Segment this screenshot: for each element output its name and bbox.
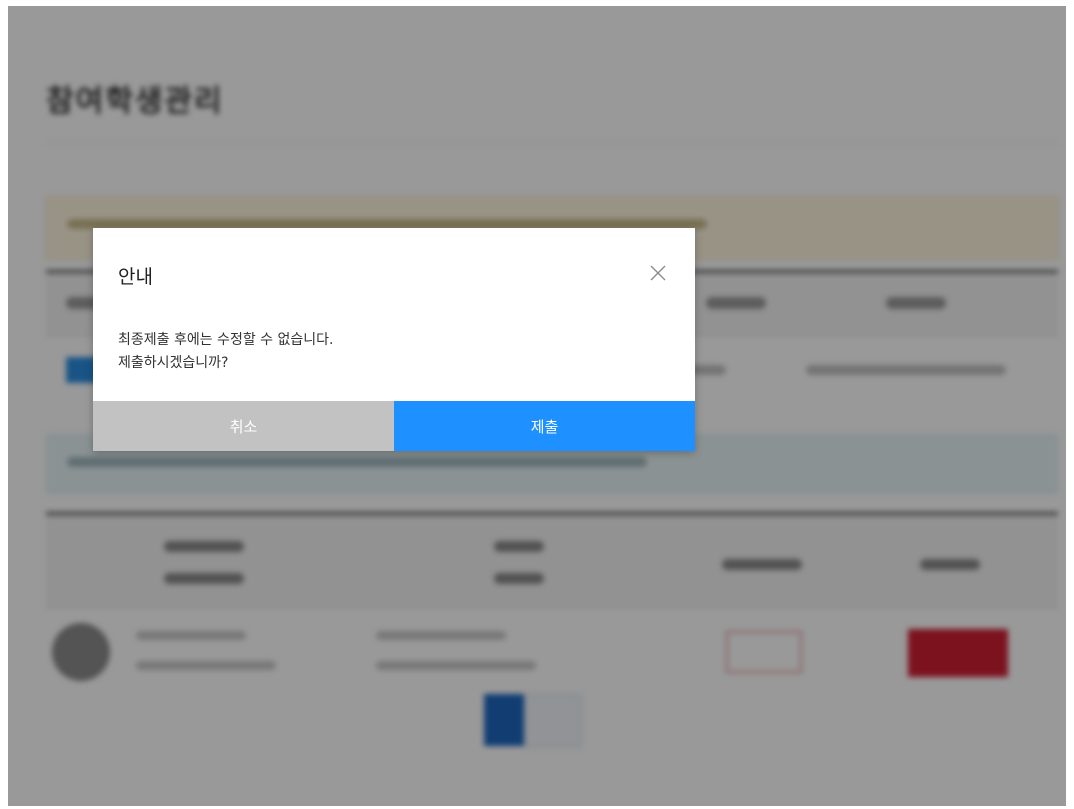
dialog-message-line: 제출하시겠습니까? [118, 355, 229, 371]
dialog-message-line: 최종제출 후에는 수정할 수 없습니다. [118, 332, 334, 348]
dialog-message: 최종제출 후에는 수정할 수 없습니다. 제출하시겠습니까? [118, 329, 333, 375]
confirm-dialog: 안내 최종제출 후에는 수정할 수 없습니다. 제출하시겠습니까? 취소 제출 [93, 228, 695, 451]
dialog-button-row: 취소 제출 [93, 401, 695, 451]
dialog-title: 안내 [118, 266, 153, 288]
submit-button[interactable]: 제출 [394, 401, 695, 451]
cancel-button[interactable]: 취소 [93, 401, 394, 451]
close-icon[interactable] [645, 260, 671, 286]
